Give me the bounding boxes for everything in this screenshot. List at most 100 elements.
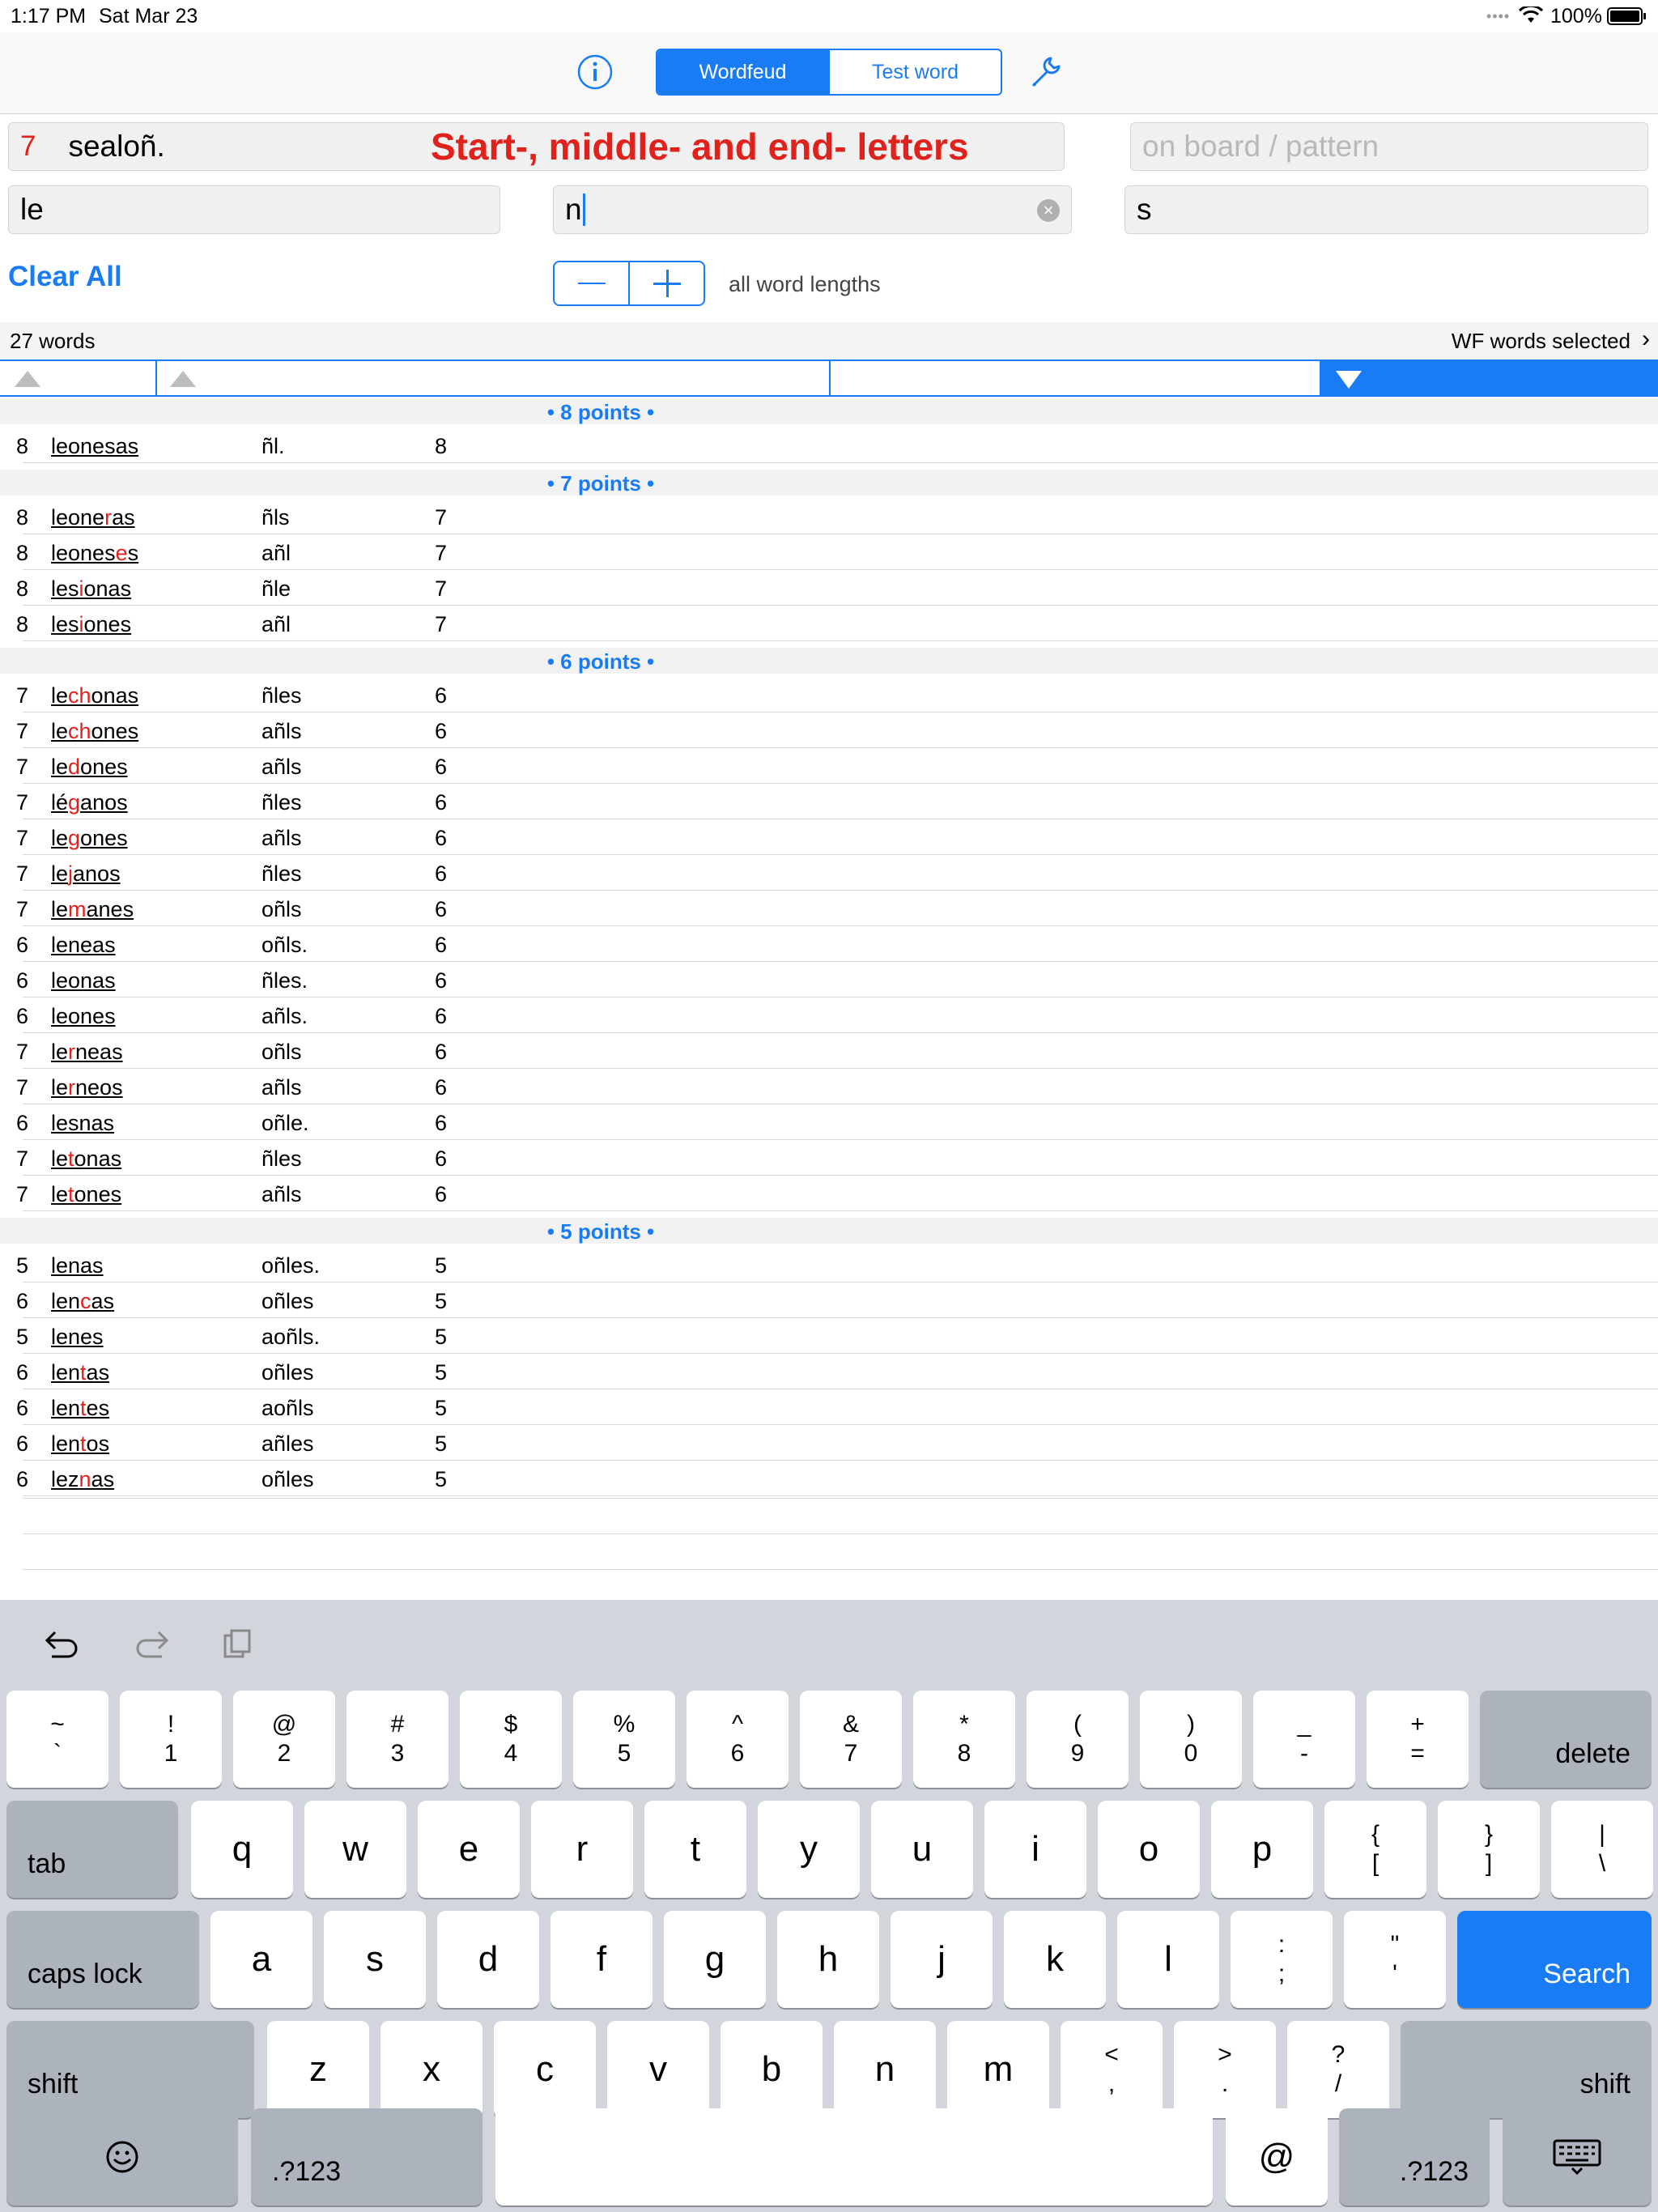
key-/[interactable]: ? / xyxy=(1287,2021,1389,2118)
key-y[interactable]: y xyxy=(758,1801,860,1898)
sort-by-word-column[interactable] xyxy=(157,361,831,395)
sort-by-length-column[interactable] xyxy=(0,361,157,395)
key-\[interactable]: | \ xyxy=(1551,1801,1653,1898)
key-0[interactable]: ) 0 xyxy=(1140,1691,1242,1788)
key-w[interactable]: w xyxy=(304,1801,406,1898)
key-r[interactable]: r xyxy=(531,1801,633,1898)
key-z[interactable]: z xyxy=(267,2021,369,2118)
key-k[interactable]: k xyxy=(1004,1911,1106,2008)
key-g[interactable]: g xyxy=(664,1911,766,2008)
key-n[interactable]: n xyxy=(834,2021,936,2118)
chevron-right-icon[interactable]: › xyxy=(1642,325,1650,353)
shift-left-key[interactable]: shift xyxy=(6,2021,254,2118)
wf-words-selected-link[interactable]: WF words selected xyxy=(1452,329,1630,354)
key-4[interactable]: $4 xyxy=(460,1691,562,1788)
search-key[interactable]: Search xyxy=(1457,1911,1652,2008)
key-`[interactable]: ~ ` xyxy=(6,1691,108,1788)
redo-icon[interactable] xyxy=(131,1626,170,1661)
word-row[interactable]: 7 lechones añls 6 xyxy=(0,713,1658,748)
paste-icon[interactable] xyxy=(222,1627,254,1660)
key-9[interactable]: (9 xyxy=(1027,1691,1129,1788)
end-letters-field[interactable]: s xyxy=(1124,185,1648,234)
word-row[interactable]: 6 lentes aoñls 5 xyxy=(0,1389,1658,1425)
word-row[interactable]: 5 lenes aoñls. 5 xyxy=(0,1318,1658,1354)
key-v[interactable]: v xyxy=(607,2021,709,2118)
wrench-icon[interactable] xyxy=(1027,53,1064,91)
info-icon[interactable] xyxy=(576,53,614,91)
word-row[interactable]: 7 lemanes oñls 6 xyxy=(0,891,1658,926)
key-l[interactable]: l xyxy=(1117,1911,1219,2008)
start-letters-field[interactable]: le xyxy=(8,185,500,234)
word-row[interactable]: 5 lenas oñles. 5 xyxy=(0,1247,1658,1283)
word-row[interactable]: 6 lentas oñles 5 xyxy=(0,1354,1658,1389)
middle-letters-field[interactable]: n × xyxy=(553,185,1072,234)
increment-button[interactable] xyxy=(630,262,704,304)
caps-lock-key[interactable]: caps lock xyxy=(6,1911,199,2008)
word-row[interactable]: 7 legones añls 6 xyxy=(0,819,1658,855)
key-h[interactable]: h xyxy=(777,1911,879,2008)
key--[interactable]: _ - xyxy=(1253,1691,1355,1788)
key-=[interactable]: + = xyxy=(1367,1691,1469,1788)
word-row[interactable]: 8 leoneras ñls 7 xyxy=(0,499,1658,534)
key-8[interactable]: * 8 xyxy=(913,1691,1015,1788)
sort-by-points-column[interactable] xyxy=(1321,361,1658,395)
key-[[interactable]: {[ xyxy=(1324,1801,1426,1898)
word-row[interactable]: 7 letones añls 6 xyxy=(0,1176,1658,1211)
word-row[interactable]: 7 lechonas ñles 6 xyxy=(0,677,1658,713)
key-f[interactable]: f xyxy=(551,1911,653,2008)
hide-keyboard-key[interactable] xyxy=(1503,2108,1652,2206)
key-3[interactable]: #3 xyxy=(346,1691,449,1788)
key-7[interactable]: & 7 xyxy=(800,1691,902,1788)
key-][interactable]: }] xyxy=(1438,1801,1540,1898)
word-row[interactable]: 6 leones añls. 6 xyxy=(0,998,1658,1033)
key-c[interactable]: c xyxy=(494,2021,596,2118)
word-row[interactable]: 6 lentos añles 5 xyxy=(0,1425,1658,1461)
at-key[interactable]: @ xyxy=(1226,2108,1328,2206)
decrement-button[interactable] xyxy=(555,262,630,304)
key-a[interactable]: a xyxy=(210,1911,312,2008)
word-row[interactable]: 7 letonas ñles 6 xyxy=(0,1140,1658,1176)
key-2[interactable]: @2 xyxy=(233,1691,335,1788)
key-6[interactable]: ^ 6 xyxy=(687,1691,789,1788)
space-bar[interactable] xyxy=(495,2108,1213,2206)
emoji-key[interactable] xyxy=(6,2108,238,2206)
key-e[interactable]: e xyxy=(418,1801,520,1898)
key-s[interactable]: s xyxy=(324,1911,426,2008)
word-row[interactable]: 8 leoneses añl 7 xyxy=(0,534,1658,570)
key-;[interactable]: :; xyxy=(1231,1911,1333,2008)
key-u[interactable]: u xyxy=(871,1801,973,1898)
word-row[interactable]: 7 lejanos ñles 6 xyxy=(0,855,1658,891)
key-j[interactable]: j xyxy=(891,1911,993,2008)
key-b[interactable]: b xyxy=(721,2021,823,2118)
shift-right-key[interactable]: shift xyxy=(1401,2021,1652,2118)
undo-icon[interactable] xyxy=(44,1626,83,1661)
word-row[interactable]: 8 lesiones añl 7 xyxy=(0,606,1658,641)
key-,[interactable]: <, xyxy=(1061,2021,1163,2118)
word-row[interactable]: 7 lerneos añls 6 xyxy=(0,1069,1658,1104)
word-row[interactable]: 7 ledones añls 6 xyxy=(0,748,1658,784)
key-p[interactable]: p xyxy=(1211,1801,1313,1898)
key-t[interactable]: t xyxy=(644,1801,746,1898)
word-row[interactable]: 6 lencas oñles 5 xyxy=(0,1283,1658,1318)
delete-key[interactable]: delete xyxy=(1480,1691,1652,1788)
key-x[interactable]: x xyxy=(380,2021,483,2118)
key-5[interactable]: % 5 xyxy=(573,1691,675,1788)
key-.[interactable]: >. xyxy=(1174,2021,1276,2118)
word-row[interactable]: 7 lerneas oñls 6 xyxy=(0,1033,1658,1069)
clear-input-icon[interactable]: × xyxy=(1037,199,1060,222)
word-row[interactable]: 8 leonesas ñl. 8 xyxy=(0,428,1658,463)
key-q[interactable]: q xyxy=(191,1801,293,1898)
sort-by-remaining-column[interactable] xyxy=(831,361,1321,395)
word-row[interactable]: 7 léganos ñles 6 xyxy=(0,784,1658,819)
key-1[interactable]: ! 1 xyxy=(120,1691,222,1788)
numbers-key-left[interactable]: .?123 xyxy=(251,2108,483,2206)
word-row[interactable]: 6 lesnas oñle. 6 xyxy=(0,1104,1658,1140)
tab-wordfeud[interactable]: Wordfeud xyxy=(657,50,828,94)
tab-key[interactable]: tab xyxy=(6,1801,178,1898)
key-'[interactable]: " ' xyxy=(1344,1911,1446,2008)
key-m[interactable]: m xyxy=(947,2021,1049,2118)
word-row[interactable]: 8 lesionas ñle 7 xyxy=(0,570,1658,606)
tab-test-word[interactable]: Test word xyxy=(828,50,1001,94)
clear-all-button[interactable]: Clear All xyxy=(8,261,122,293)
key-i[interactable]: i xyxy=(984,1801,1086,1898)
